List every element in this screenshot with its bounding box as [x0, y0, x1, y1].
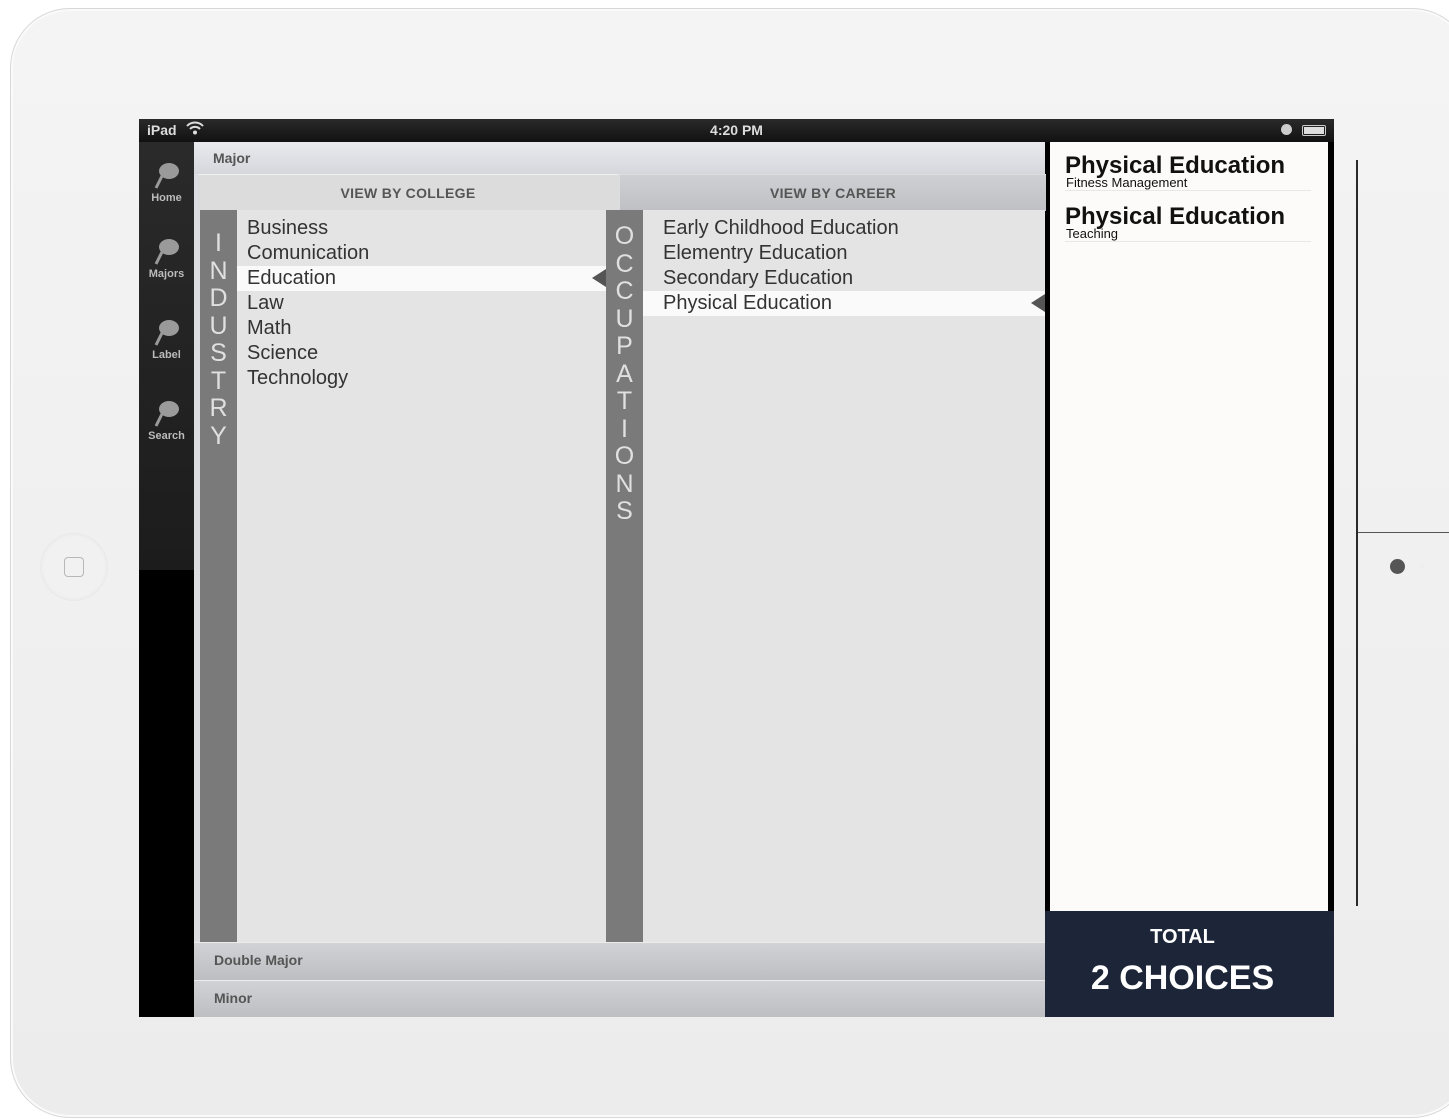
choice-item[interactable]: Physical Education Teaching — [1065, 193, 1311, 242]
list-item-label: Physical Education — [663, 292, 832, 314]
list-item-label: Comunication — [247, 242, 370, 264]
minor-label: Minor — [214, 990, 253, 1006]
nav-label-item[interactable]: Label — [139, 317, 194, 361]
nav-search[interactable]: Search — [139, 398, 194, 442]
home-hardware-button[interactable] — [40, 533, 108, 601]
total-box: TOTAL 2 CHOICES — [1045, 911, 1334, 1017]
list-item-selected[interactable]: Education — [237, 266, 606, 291]
strip-letter: N — [615, 469, 634, 498]
list-item[interactable]: Math — [237, 316, 606, 341]
occupations-strip: O C C U P A T I O N S — [606, 210, 643, 942]
choice-subtitle: Fitness Management — [1066, 175, 1188, 190]
strip-letter: T — [616, 387, 633, 415]
choice-item[interactable]: Physical Education Fitness Management — [1065, 142, 1311, 191]
nav-label: Search — [148, 430, 185, 442]
choice-subtitle: Teaching — [1066, 226, 1119, 241]
status-bar: iPad 4:20 PM — [139, 119, 1334, 142]
list-item-selected[interactable]: Physical Education — [643, 291, 1045, 316]
choices-panel: Physical Education Fitness Management Ph… — [1050, 142, 1328, 911]
home-icon — [154, 163, 179, 189]
page-indicator-dot — [1390, 559, 1405, 574]
label-icon — [154, 320, 179, 346]
list-item-label: Business — [247, 217, 329, 239]
status-time: 4:20 PM — [710, 122, 763, 138]
strip-letter: D — [209, 284, 228, 312]
list-item[interactable]: Comunication — [237, 241, 606, 266]
total-value: 2 CHOICES — [1090, 959, 1275, 997]
list-item-label: Elementry Education — [663, 242, 848, 264]
strip-letter: A — [616, 359, 633, 388]
list-item-label: Law — [247, 292, 284, 314]
strip-letter: O — [614, 442, 635, 470]
major-section-header[interactable]: Major — [194, 142, 1045, 174]
total-label: TOTAL — [1150, 926, 1215, 948]
tab-view-by-career[interactable]: VIEW BY CAREER — [620, 174, 1046, 211]
list-item[interactable]: Elementry Education — [643, 241, 1045, 266]
list-item[interactable]: Business — [237, 216, 606, 241]
strip-letter: O — [614, 222, 635, 250]
minor-section[interactable]: Minor — [194, 980, 1045, 1017]
strip-letter: N — [209, 256, 228, 285]
nav-home[interactable]: Home — [139, 160, 194, 204]
strip-letter: U — [209, 311, 228, 340]
list-item-label: Secondary Education — [663, 267, 854, 289]
list-item-label: Science — [247, 342, 319, 364]
strip-letter: T — [210, 366, 227, 395]
major-label: Major — [213, 150, 251, 166]
strip-letter: S — [210, 339, 227, 367]
battery-icon — [1302, 125, 1326, 136]
strip-letter: I — [215, 229, 222, 257]
list-item[interactable]: Technology — [237, 366, 606, 391]
nav-label: Label — [152, 349, 181, 361]
list-item-label: Math — [247, 317, 292, 339]
list-item[interactable]: Early Childhood Education — [643, 216, 1045, 241]
list-item[interactable]: Secondary Education — [643, 266, 1045, 291]
strip-letter: S — [616, 497, 633, 525]
strip-letter: R — [209, 394, 228, 422]
industry-list: Business Comunication Education Law Math… — [237, 210, 606, 942]
page-indicator-dot — [1420, 564, 1425, 569]
strip-letter: C — [615, 277, 634, 305]
list-item-label: Early Childhood Education — [663, 217, 899, 239]
main-panel: Major VIEW BY COLLEGE VIEW BY CAREER I N… — [194, 142, 1046, 1017]
strip-letter: Y — [210, 421, 227, 450]
majors-icon — [154, 239, 179, 265]
list-item[interactable]: Law — [237, 291, 606, 316]
strip-letter: I — [621, 414, 628, 443]
search-icon — [154, 401, 179, 427]
rotation-lock-icon — [1281, 124, 1292, 135]
list-item-label: Technology — [247, 367, 349, 389]
nav-label: Majors — [148, 268, 185, 280]
nav-majors[interactable]: Majors — [139, 236, 194, 280]
tab-view-by-college[interactable]: VIEW BY COLLEGE — [198, 174, 618, 211]
occupations-list: Early Childhood Education Elementry Educ… — [643, 210, 1045, 942]
nav-sidebar: Home Majors Label Search — [139, 142, 194, 570]
strip-letter: C — [615, 249, 634, 278]
list-item-label: Education — [247, 267, 336, 289]
strip-letter: P — [616, 332, 633, 360]
divider-line — [1358, 532, 1449, 533]
double-major-section[interactable]: Double Major — [194, 942, 1045, 980]
list-item[interactable]: Science — [237, 341, 606, 366]
divider-line — [1356, 160, 1358, 906]
nav-label: Home — [151, 192, 182, 204]
screen: iPad 4:20 PM Home Majors Label Search Ma… — [139, 119, 1334, 1017]
home-square-icon — [64, 557, 84, 577]
strip-letter: U — [615, 304, 634, 333]
industry-strip: I N D U S T R Y — [200, 210, 237, 942]
double-major-label: Double Major — [214, 952, 303, 968]
